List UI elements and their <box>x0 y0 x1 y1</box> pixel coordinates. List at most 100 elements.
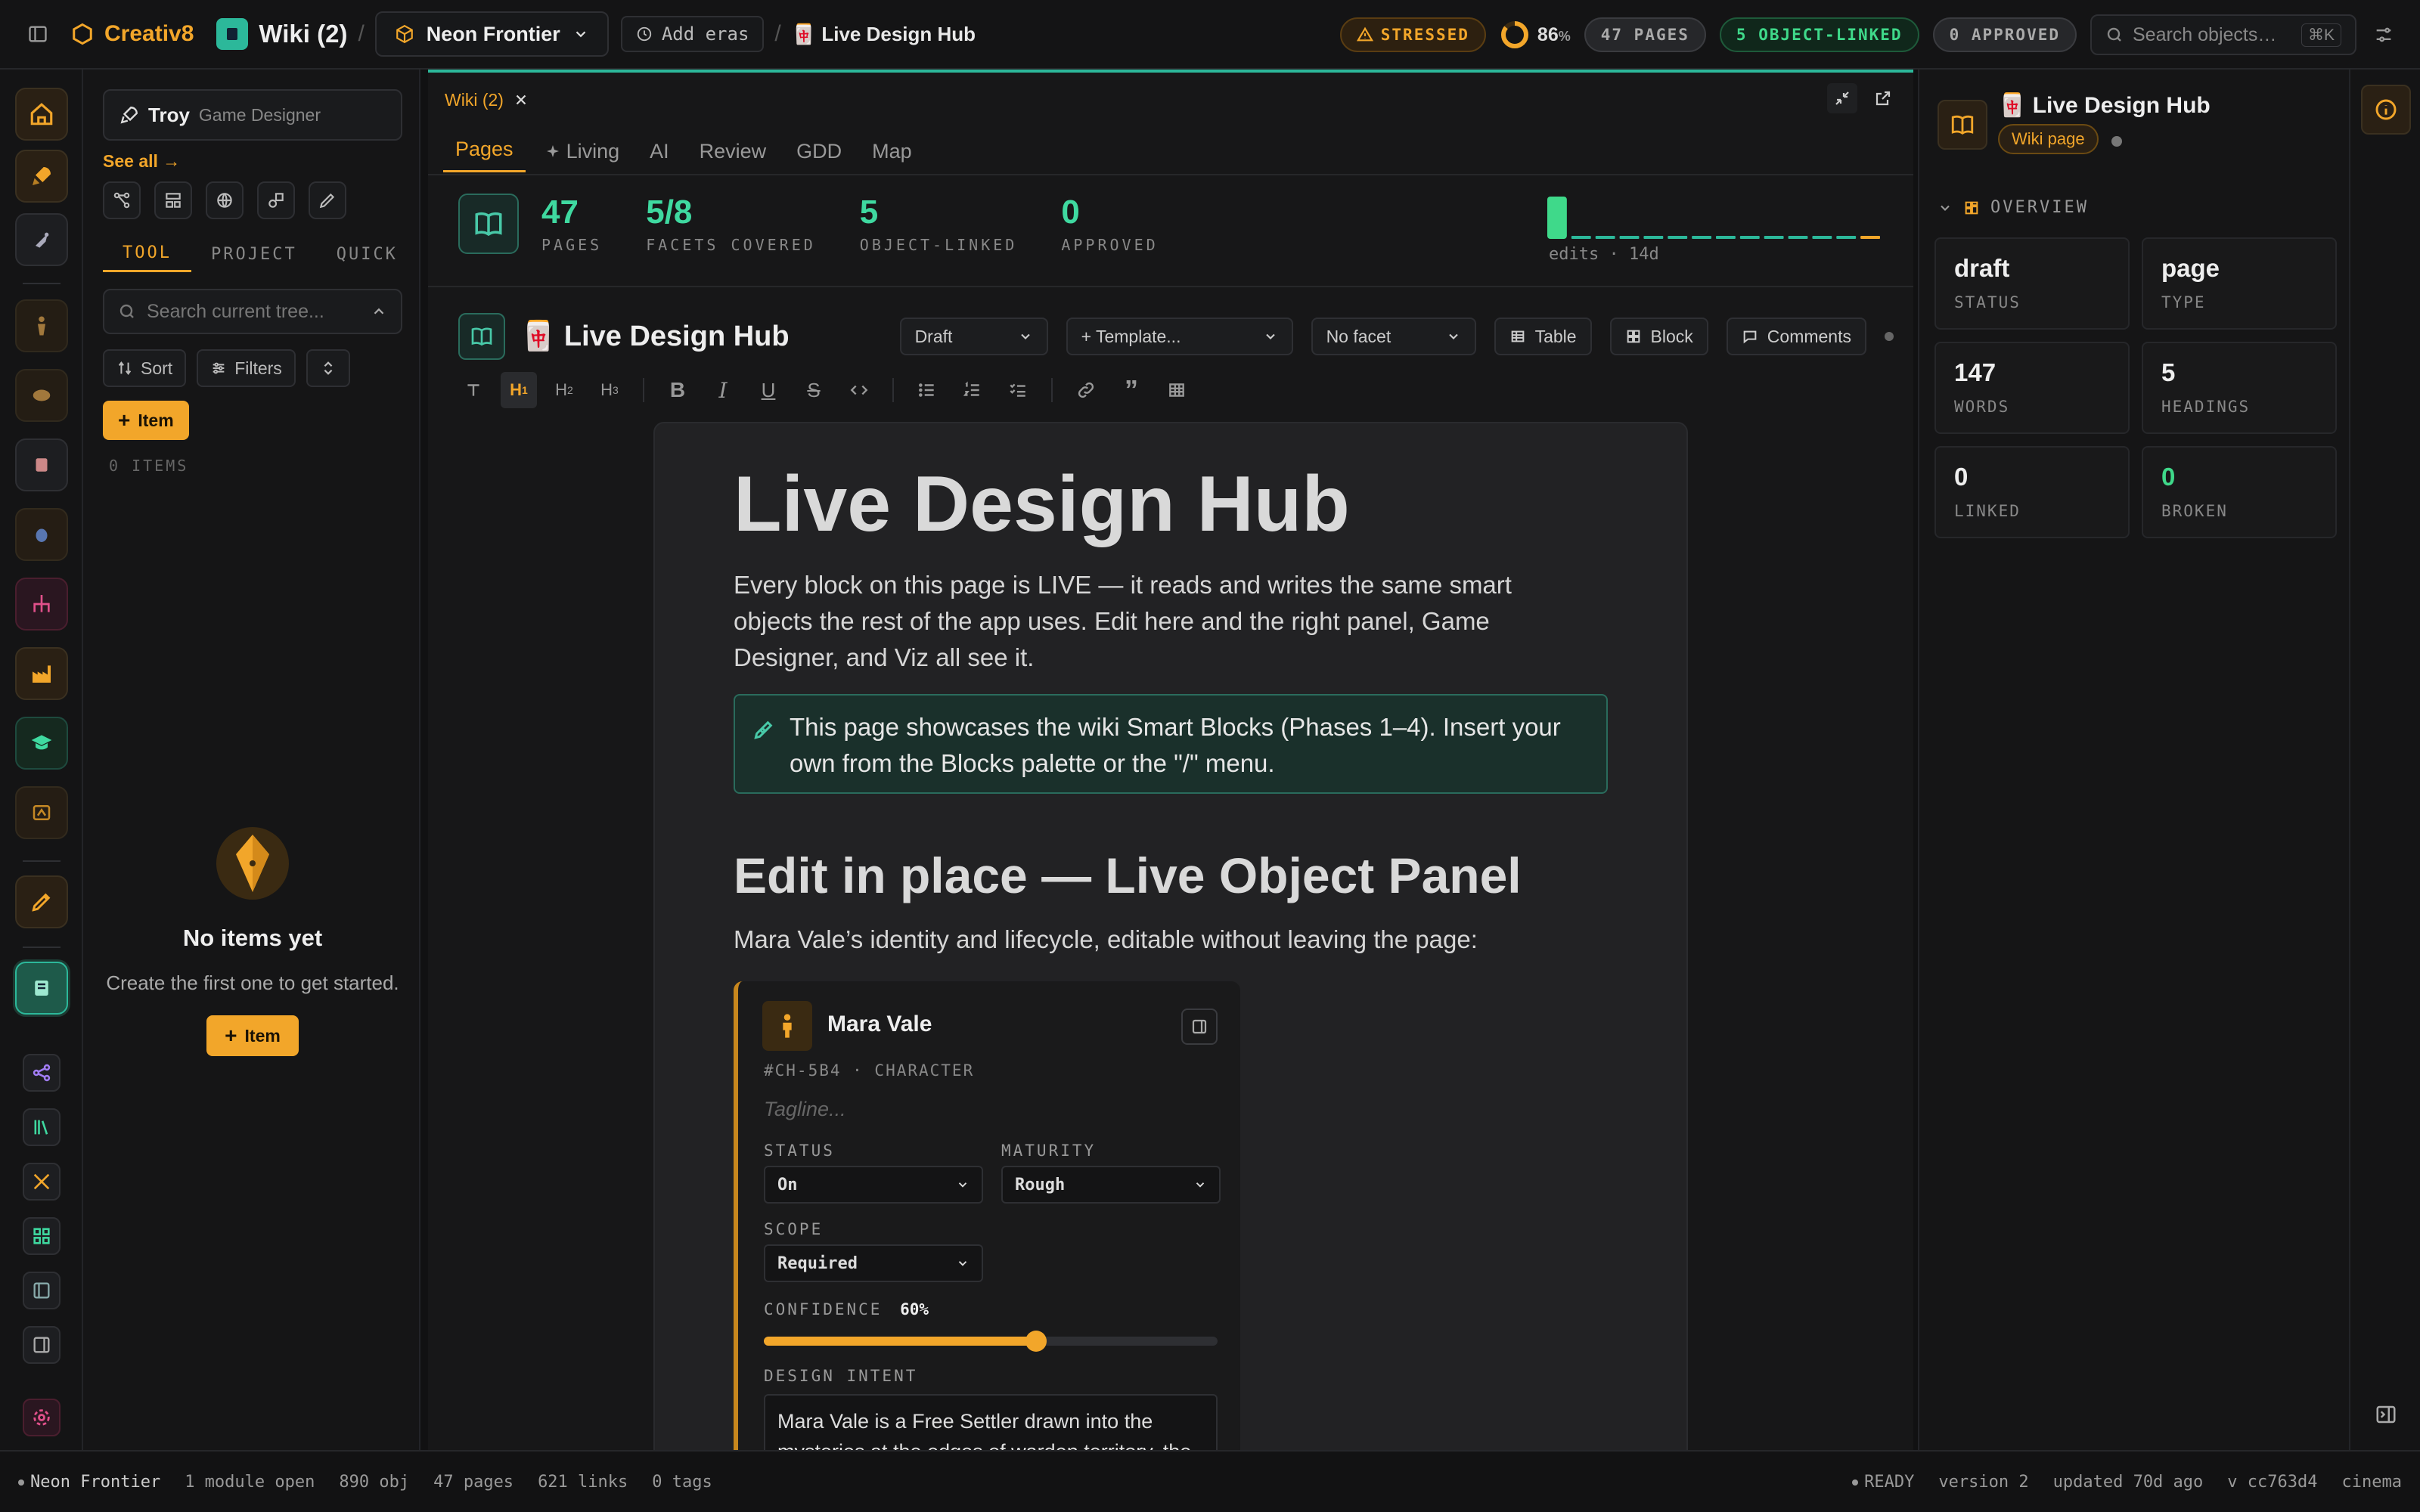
rail-figure-icon[interactable] <box>15 299 68 352</box>
project-selector[interactable]: Neon Frontier <box>374 11 609 57</box>
strikethrough-icon[interactable]: S <box>796 372 832 408</box>
wiki-tab[interactable]: Wiki (2) <box>437 83 537 116</box>
collapse-icon[interactable] <box>1827 83 1857 113</box>
rail-map-icon[interactable] <box>15 786 68 839</box>
bold-icon[interactable]: B <box>659 372 696 408</box>
rail-home-icon[interactable] <box>15 88 68 141</box>
chevron-down-icon <box>1265 333 1275 339</box>
bullet-list-icon[interactable] <box>909 372 945 408</box>
status-select[interactable]: Draft <box>899 318 1048 355</box>
expand-collapse-button[interactable] <box>306 349 350 387</box>
confidence-slider[interactable] <box>764 1331 1218 1352</box>
quote-icon[interactable]: ” <box>1113 372 1150 408</box>
tab-map[interactable]: Map <box>860 140 924 172</box>
rail-factory-icon[interactable] <box>15 647 68 700</box>
rail-graduation-icon[interactable] <box>15 717 68 770</box>
page-crumb[interactable]: 🀄 Live Design Hub <box>792 23 976 46</box>
callout-block[interactable]: This page showcases the wiki Smart Block… <box>734 694 1608 794</box>
rail-left-panel-icon[interactable] <box>23 1272 60 1309</box>
table-view-button[interactable]: Table <box>1494 318 1592 355</box>
status-field[interactable]: On <box>764 1166 983 1204</box>
rail-settings-icon[interactable] <box>23 1399 60 1436</box>
doc-title[interactable]: 🀄 Live Design Hub <box>520 320 790 353</box>
rail-beetle-icon[interactable] <box>15 508 68 561</box>
block-view-button[interactable]: Block <box>1609 318 1708 355</box>
tab-pages[interactable]: Pages <box>443 138 526 172</box>
tab-ai[interactable]: AI <box>638 140 681 172</box>
page-lead-paragraph[interactable]: Every block on this page is LIVE — it re… <box>734 567 1596 676</box>
page-heading[interactable]: Live Design Hub <box>734 460 1350 550</box>
status-project: Neon Frontier <box>18 1473 160 1492</box>
module-crumb[interactable]: Wiki (2) <box>216 18 347 50</box>
add-eras-button[interactable]: Add eras <box>620 16 765 52</box>
nodes-icon[interactable] <box>103 181 141 219</box>
layout-icon[interactable] <box>154 181 192 219</box>
link-icon[interactable] <box>1068 372 1104 408</box>
settings-sliders-icon[interactable] <box>2370 21 2397 48</box>
filters-button[interactable]: Filters <box>197 349 296 387</box>
slider-handle[interactable] <box>1025 1331 1047 1352</box>
user-card[interactable]: Troy Game Designer <box>103 89 402 141</box>
document-page[interactable]: Live Design Hub Every block on this page… <box>653 422 1688 1512</box>
sparkle-icon <box>546 144 559 157</box>
tab-living[interactable]: Living <box>532 140 632 172</box>
info-icon[interactable] <box>2361 85 2411 135</box>
overview-section-header[interactable]: OVERVIEW <box>1938 198 2089 217</box>
open-panel-icon[interactable] <box>1181 1009 1218 1045</box>
pencil-icon[interactable] <box>309 181 346 219</box>
tab-project[interactable]: PROJECT <box>191 236 317 272</box>
tab-review[interactable]: Review <box>687 140 779 172</box>
pages-pill[interactable]: 47 PAGES <box>1584 17 1706 52</box>
heading-3-icon[interactable]: H3 <box>591 372 628 408</box>
brand[interactable]: Creativ8 <box>71 21 194 47</box>
scope-field[interactable]: Required <box>764 1244 983 1282</box>
section-paragraph[interactable]: Mara Vale’s identity and lifecycle, edit… <box>734 925 1478 954</box>
insert-table-icon[interactable] <box>1159 372 1195 408</box>
numbered-list-icon[interactable] <box>954 372 991 408</box>
rail-library-icon[interactable] <box>23 1108 60 1146</box>
stressed-badge[interactable]: STRESSED <box>1339 17 1486 52</box>
pop-out-icon[interactable] <box>1868 83 1898 113</box>
rail-hierarchy-icon[interactable] <box>15 578 68 631</box>
tab-quick[interactable]: QUICK <box>317 236 417 272</box>
comments-button[interactable]: Comments <box>1726 318 1866 355</box>
collapse-panel-icon[interactable] <box>2373 1402 2399 1427</box>
tab-gdd[interactable]: GDD <box>784 140 854 172</box>
object-name[interactable]: Mara Vale <box>827 1012 932 1037</box>
rail-share-icon[interactable] <box>23 1054 60 1092</box>
code-icon[interactable] <box>841 372 877 408</box>
add-item-button[interactable]: + Item <box>103 401 189 440</box>
section-heading[interactable]: Edit in place — Live Object Panel <box>734 847 1522 904</box>
health-ring[interactable]: 86% <box>1500 20 1571 50</box>
tab-tool[interactable]: TOOL <box>103 236 191 272</box>
rail-wiki-icon[interactable] <box>15 962 68 1015</box>
object-linked-pill[interactable]: 5 OBJECT-LINKED <box>1719 17 1919 52</box>
search-input[interactable]: Search objects… ⌘K <box>2090 14 2356 55</box>
checklist-icon[interactable] <box>1000 372 1036 408</box>
rail-grid-icon[interactable] <box>23 1217 60 1255</box>
shapes-icon[interactable] <box>257 181 295 219</box>
maturity-field[interactable]: Rough <box>1001 1166 1221 1204</box>
rail-swords-icon[interactable] <box>23 1163 60 1201</box>
template-select[interactable]: + Template... <box>1066 318 1293 355</box>
see-all-link[interactable]: See all → <box>103 151 180 172</box>
sidebar-toggle-icon[interactable] <box>24 20 51 48</box>
rail-creature-icon[interactable] <box>15 369 68 422</box>
underline-icon[interactable]: U <box>750 372 786 408</box>
heading-2-icon[interactable]: H2 <box>546 372 582 408</box>
approved-pill[interactable]: 0 APPROVED <box>1932 17 2077 52</box>
tagline-input[interactable]: Tagline... <box>764 1098 846 1121</box>
globe-icon[interactable] <box>206 181 244 219</box>
heading-1-icon[interactable]: H1 <box>501 372 537 408</box>
rail-character-icon[interactable] <box>15 213 68 266</box>
rail-pen-icon[interactable] <box>15 875 68 928</box>
text-type-icon[interactable] <box>455 372 492 408</box>
sort-button[interactable]: Sort <box>103 349 187 387</box>
rail-right-panel-icon[interactable] <box>23 1326 60 1364</box>
rail-rocket-icon[interactable] <box>15 150 68 203</box>
tree-search-input[interactable]: Search current tree... <box>103 289 402 334</box>
italic-icon[interactable]: I <box>705 372 741 408</box>
rail-item-icon[interactable] <box>15 438 68 491</box>
facet-select[interactable]: No facet <box>1311 318 1476 355</box>
empty-add-item-button[interactable]: + Item <box>206 1015 299 1056</box>
